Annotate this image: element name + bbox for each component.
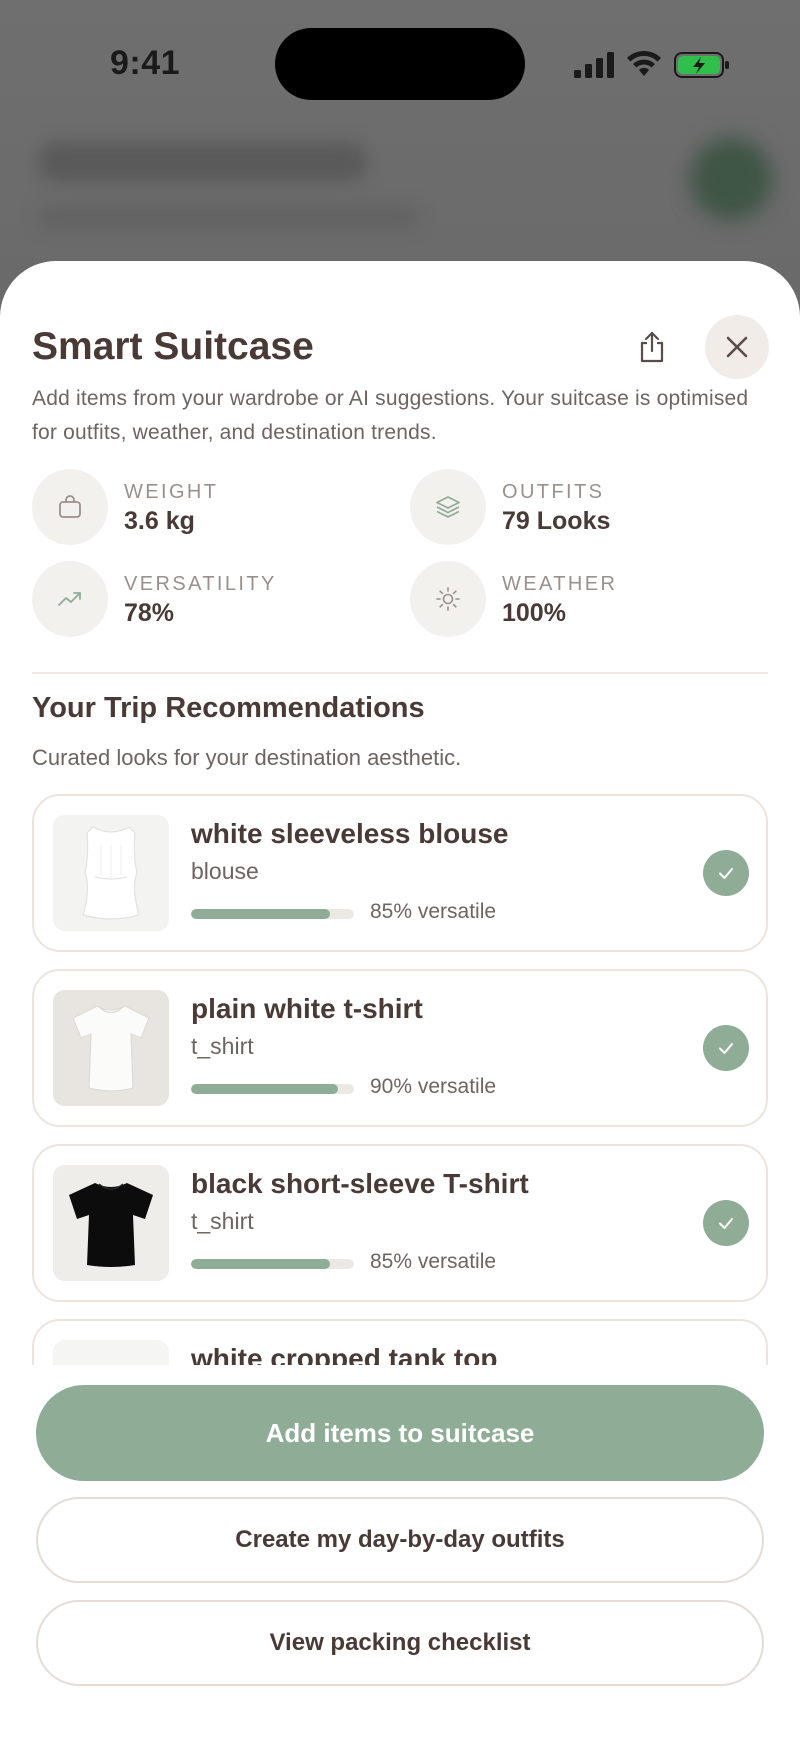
stat-label: VERSATILITY bbox=[124, 573, 277, 595]
item-thumbnail bbox=[53, 990, 169, 1106]
list-item[interactable]: white sleeveless blouse blouse 85% versa… bbox=[32, 794, 768, 952]
stat-value: 100% bbox=[502, 599, 566, 627]
stat-circle bbox=[32, 469, 108, 545]
bag-icon bbox=[59, 495, 81, 518]
background-avatar-blur bbox=[690, 138, 772, 220]
signal-icon bbox=[574, 52, 614, 78]
item-type: t_shirt bbox=[191, 1208, 254, 1234]
stat-weight: WEIGHT 3.6 kg bbox=[32, 469, 392, 545]
close-icon bbox=[726, 336, 748, 358]
item-name: black short-sleeve T-shirt bbox=[191, 1168, 529, 1199]
share-button[interactable] bbox=[626, 321, 678, 373]
black-tshirt-image bbox=[53, 1165, 169, 1281]
blouse-image bbox=[53, 815, 169, 931]
divider bbox=[32, 672, 768, 674]
add-items-button[interactable]: Add items to suitcase bbox=[36, 1385, 764, 1481]
item-thumbnail bbox=[53, 1340, 169, 1365]
battery-charging-icon bbox=[674, 52, 729, 78]
check-icon bbox=[719, 1218, 733, 1229]
recommendations-title: Your Trip Recommendations bbox=[32, 692, 425, 724]
stat-label: OUTFITS bbox=[502, 481, 605, 503]
stat-label: WEATHER bbox=[502, 573, 618, 595]
wifi-icon bbox=[627, 50, 661, 76]
background-title-blur bbox=[38, 142, 368, 182]
item-name: plain white t-shirt bbox=[191, 993, 423, 1024]
suitcase-stats: WEIGHT 3.6 kg OUTFITS 79 Looks VERSATILI… bbox=[32, 469, 768, 639]
versatility-bar bbox=[191, 1259, 354, 1269]
share-icon bbox=[640, 331, 664, 363]
stat-circle bbox=[410, 469, 486, 545]
list-item[interactable]: plain white t-shirt t_shirt 90% versatil… bbox=[32, 969, 768, 1127]
versatility-bar bbox=[191, 1084, 354, 1094]
stat-weather: WEATHER 100% bbox=[410, 561, 770, 637]
layers-icon bbox=[436, 496, 460, 518]
item-thumbnail bbox=[53, 1165, 169, 1281]
tshirt-image bbox=[53, 990, 169, 1106]
check-icon bbox=[719, 868, 733, 879]
sun-icon bbox=[436, 587, 460, 611]
close-button[interactable] bbox=[705, 315, 769, 379]
versatility-bar-fill bbox=[191, 1259, 330, 1269]
recommendations-subtitle: Curated looks for your destination aesth… bbox=[32, 745, 462, 770]
versatility-bar-fill bbox=[191, 1084, 338, 1094]
trending-up-icon bbox=[58, 592, 81, 606]
item-name: white sleeveless blouse bbox=[191, 818, 509, 849]
item-name: white cropped tank top bbox=[191, 1343, 498, 1365]
item-type: t_shirt bbox=[191, 1033, 254, 1059]
create-outfits-button[interactable]: Create my day-by-day outfits bbox=[36, 1497, 764, 1583]
versatility-text: 85% versatile bbox=[370, 1250, 497, 1273]
sheet-description: Add items from your wardrobe or AI sugge… bbox=[32, 387, 749, 444]
versatility-bar-fill bbox=[191, 909, 330, 919]
stat-label: WEIGHT bbox=[124, 481, 219, 503]
status-time: 9:41 bbox=[110, 44, 181, 82]
item-type: blouse bbox=[191, 858, 259, 884]
dynamic-island bbox=[275, 28, 525, 100]
stat-outfits: OUTFITS 79 Looks bbox=[410, 469, 770, 545]
stat-versatility: VERSATILITY 78% bbox=[32, 561, 392, 637]
list-item[interactable]: black short-sleeve T-shirt t_shirt 85% v… bbox=[32, 1144, 768, 1302]
stat-value: 79 Looks bbox=[502, 507, 611, 535]
view-checklist-button[interactable]: View packing checklist bbox=[36, 1600, 764, 1686]
selected-check-badge[interactable] bbox=[703, 850, 749, 896]
sheet-header: Smart Suitcase bbox=[32, 309, 769, 385]
stat-value: 3.6 kg bbox=[124, 507, 195, 535]
selected-check-badge[interactable] bbox=[703, 1025, 749, 1071]
stat-circle bbox=[32, 561, 108, 637]
versatility-text: 90% versatile bbox=[370, 1075, 497, 1098]
check-icon bbox=[719, 1043, 733, 1054]
list-item[interactable]: white cropped tank top bbox=[32, 1319, 768, 1365]
sheet-title: Smart Suitcase bbox=[32, 325, 314, 368]
recommendations-list[interactable]: white sleeveless blouse blouse 85% versa… bbox=[0, 794, 800, 1365]
versatility-text: 85% versatile bbox=[370, 900, 497, 923]
selected-check-badge[interactable] bbox=[703, 1200, 749, 1246]
item-thumbnail bbox=[53, 815, 169, 931]
stat-value: 78% bbox=[124, 599, 175, 627]
versatility-bar bbox=[191, 909, 354, 919]
stat-circle bbox=[410, 561, 486, 637]
status-bar: 9:41 bbox=[0, 0, 800, 130]
background-subtitle-blur bbox=[38, 206, 418, 228]
